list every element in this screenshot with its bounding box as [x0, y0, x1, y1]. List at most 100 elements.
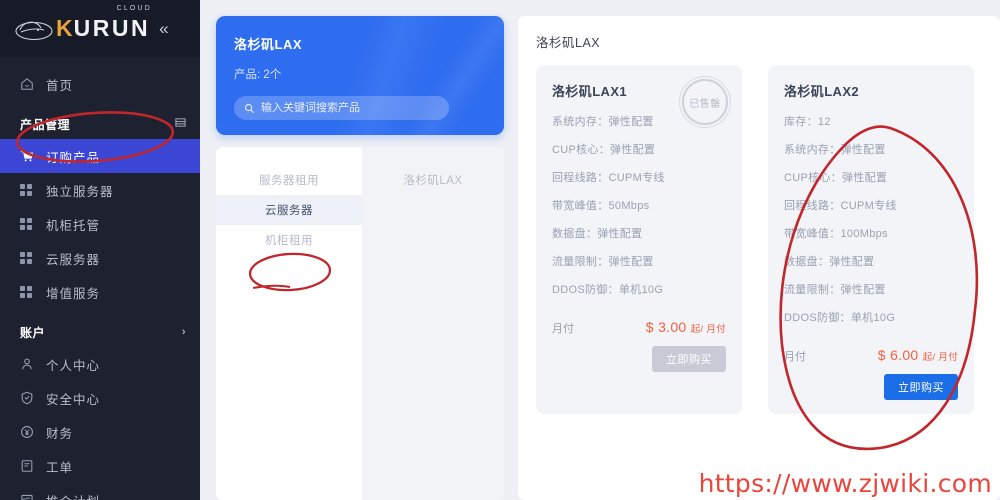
product-spec: DDOS防御：单机10G [552, 284, 664, 296]
sidebar-item-label: 推介计划 [46, 491, 100, 500]
ticket-icon [20, 459, 46, 473]
price-currency: $ [645, 319, 654, 335]
sidebar-item-label: 首页 [46, 78, 74, 93]
main-content: 洛杉矶LAX 产品: 2个 服务器租用 云服务器 机柜租用 洛杉矶LAX [200, 0, 1000, 500]
sidebar-group-label: 账户 [20, 325, 46, 340]
price-label: 月付 [552, 323, 574, 335]
product-spec: DDOS防御：单机10G [784, 312, 896, 324]
tab-cabinet-rental[interactable]: 机柜租用 [216, 225, 362, 255]
referral-icon [20, 493, 46, 500]
tab-cloud-server[interactable]: 云服务器 [216, 195, 362, 225]
grid-icon [20, 184, 46, 196]
buy-now-button[interactable]: 立即购买 [884, 374, 958, 400]
app-root: K URUN CLOUD « 首页 产品管理 订购产品 独立服务器 机柜托管 云… [0, 0, 1000, 500]
price-label: 月付 [784, 351, 806, 363]
price-unit: 起/ 月付 [690, 324, 726, 335]
shield-check-icon [20, 391, 46, 405]
sidebar-item-value-added[interactable]: 增值服务 [0, 275, 200, 309]
grid-icon [20, 286, 46, 298]
sidebar-item-security-center[interactable]: 安全中心 [0, 381, 200, 415]
product-spec: 库存：12 [784, 116, 831, 128]
grid-icon [20, 252, 46, 264]
product-spec: 数据盘：弹性配置 [552, 228, 643, 240]
price-amount: 6.00 [890, 347, 919, 363]
search-icon [244, 103, 255, 114]
price-row: 月付 $ 6.00 起/ 月付 [784, 347, 958, 364]
product-spec: 回程线路：CUPM专线 [784, 200, 897, 212]
product-spec: 流量限制：弹性配置 [552, 256, 654, 268]
sidebar-item-label: 增值服务 [46, 286, 101, 301]
sidebar-item-label: 安全中心 [46, 392, 101, 407]
sidebar-item-cloud-server[interactable]: 云服务器 [0, 241, 200, 275]
finance-icon [20, 425, 46, 439]
sidebar-item-personal-center[interactable]: 个人中心 [0, 347, 200, 381]
sidebar-item-label: 订购产品 [46, 150, 101, 165]
category-tab-list: 服务器租用 云服务器 机柜租用 [216, 147, 362, 500]
status-badge: 已售罄 [689, 98, 721, 110]
sidebar-item-label: 机柜托管 [46, 218, 101, 233]
price-unit: 起/ 月付 [922, 352, 958, 363]
product-spec: 带宽峰值：100Mbps [784, 228, 888, 240]
product-search-box[interactable] [234, 96, 449, 120]
product-name: 洛杉矶LAX2 [784, 84, 860, 99]
tab-server-rental[interactable]: 服务器租用 [216, 165, 362, 195]
watermark-text: https://www.zjwiki.com [698, 469, 992, 498]
region-card-subtitle: 产品: 2个 [234, 69, 282, 81]
product-card-lax2[interactable]: 洛杉矶LAX2 库存：12 系统内存：弹性配置 CUP核心：弹性配置 回程线路：… [768, 65, 974, 414]
sidebar-collapse-icon[interactable]: « [159, 20, 168, 37]
sidebar-item-label: 工单 [46, 460, 74, 475]
grid-icon [20, 218, 46, 230]
sidebar-item-order-product[interactable]: 订购产品 [0, 139, 200, 173]
category-tab-panel: 服务器租用 云服务器 机柜租用 洛杉矶LAX [216, 147, 504, 500]
buy-row: 立即购买 [784, 374, 958, 400]
product-panel: 洛杉矶LAX 洛杉矶LAX1 已售罄 系统内存：弹性配置 CUP核心：弹性配置 … [518, 16, 1000, 500]
sidebar-item-label: 个人中心 [46, 358, 101, 373]
search-input[interactable] [261, 102, 439, 114]
price-value: $ 6.00 起/ 月付 [878, 347, 958, 363]
sidebar-item-label: 云服务器 [46, 252, 101, 267]
logo-accent-letter: K [56, 15, 74, 41]
price-row: 月付 $ 3.00 起/ 月付 [552, 319, 726, 336]
logo-superscript: CLOUD [116, 5, 153, 12]
region-card-title: 洛杉矶LAX [234, 37, 303, 52]
logo-bar: K URUN CLOUD « [0, 0, 200, 57]
sidebar-group-label: 产品管理 [20, 117, 71, 132]
chevron-right-icon[interactable]: › [182, 326, 186, 338]
product-card-lax1[interactable]: 洛杉矶LAX1 已售罄 系统内存：弹性配置 CUP核心：弹性配置 回程线路：CU… [536, 65, 742, 414]
product-spec: CUP核心：弹性配置 [552, 144, 656, 156]
cart-icon [20, 149, 46, 163]
sidebar-item-label: 财务 [46, 426, 74, 441]
sidebar-item-colocation[interactable]: 机柜托管 [0, 207, 200, 241]
product-panel-title: 洛杉矶LAX [536, 36, 601, 50]
product-spec: 数据盘：弹性配置 [784, 256, 875, 268]
home-icon [20, 77, 46, 91]
product-spec: 流量限制：弹性配置 [784, 284, 886, 296]
sidebar-group-account[interactable]: 账户 › [0, 317, 200, 347]
sidebar-nav: 首页 产品管理 订购产品 独立服务器 机柜托管 云服务器 增值服务 账户 › 个… [0, 57, 200, 500]
sidebar-item-referral[interactable]: 推介计划 [0, 483, 200, 500]
region-list: 洛杉矶LAX [362, 147, 504, 500]
left-column: 洛杉矶LAX 产品: 2个 服务器租用 云服务器 机柜租用 洛杉矶LAX [216, 16, 504, 500]
product-spec: 回程线路：CUPM专线 [552, 172, 665, 184]
sidebar-group-products[interactable]: 产品管理 [0, 109, 200, 139]
kurun-cloud-logo-icon [14, 16, 54, 42]
product-spec: 带宽峰值：50Mbps [552, 200, 650, 212]
buy-now-button[interactable]: 立即购买 [652, 346, 726, 372]
product-spec: CUP核心：弹性配置 [784, 172, 888, 184]
sidebar-item-dedicated-server[interactable]: 独立服务器 [0, 173, 200, 207]
price-currency: $ [877, 347, 886, 363]
logo-wordmark: K URUN CLOUD [56, 5, 151, 42]
sidebar-item-tickets[interactable]: 工单 [0, 449, 200, 483]
sidebar-item-finance[interactable]: 财务 [0, 415, 200, 449]
sidebar-item-home[interactable]: 首页 [0, 67, 200, 101]
sidebar-item-label: 独立服务器 [46, 184, 114, 199]
list-icon[interactable] [175, 117, 186, 131]
product-card-list: 洛杉矶LAX1 已售罄 系统内存：弹性配置 CUP核心：弹性配置 回程线路：CU… [536, 65, 984, 414]
buy-row: 立即购买 [552, 346, 726, 372]
region-item-lax[interactable]: 洛杉矶LAX [362, 165, 504, 195]
product-spec: 系统内存：弹性配置 [784, 144, 886, 156]
user-icon [20, 357, 46, 371]
sidebar: K URUN CLOUD « 首页 产品管理 订购产品 独立服务器 机柜托管 云… [0, 0, 200, 500]
region-summary-card: 洛杉矶LAX 产品: 2个 [216, 16, 504, 135]
logo-rest-letters: URUN [73, 15, 151, 41]
